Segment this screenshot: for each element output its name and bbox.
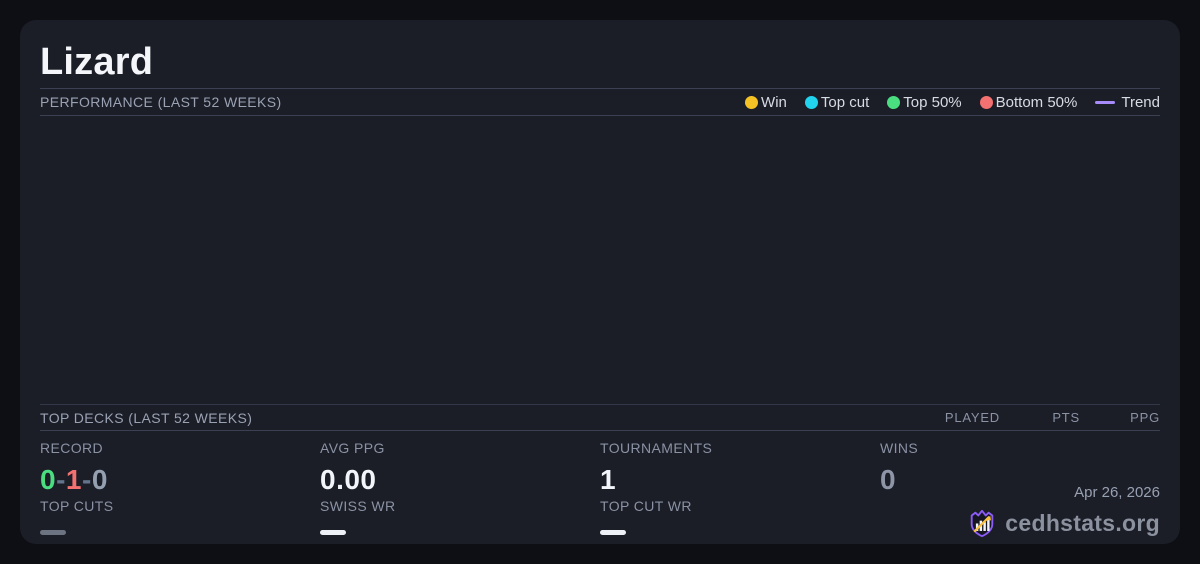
legend-label: Bottom 50% <box>995 93 1078 111</box>
bottom-50-dot-icon <box>979 95 993 109</box>
swiss-wr-empty-dash <box>320 530 346 535</box>
stat-avg-ppg: AVG PPG 0.00 SWISS WR <box>320 440 600 544</box>
top-decks-header: TOP DECKS (LAST 52 WEEKS) PLAYED PTS PPG <box>40 404 1160 431</box>
record-sep: - <box>81 463 92 495</box>
column-header-ppg: PPG <box>1130 410 1160 425</box>
legend-label: Trend <box>1121 93 1160 111</box>
brand-row: cedhstats.org <box>967 508 1160 538</box>
stat-tournaments: TOURNAMENTS 1 TOP CUT WR <box>600 440 880 544</box>
stat-record: RECORD 0 - 1 - 0 TOP CUTS <box>40 440 320 544</box>
top-cut-wr-label: TOP CUT WR <box>600 498 692 514</box>
card-footer: Apr 26, 2026 cedhstats.org <box>967 484 1160 538</box>
win-dot-icon <box>745 95 759 109</box>
legend-label: Top 50% <box>903 93 962 111</box>
record-sep: - <box>56 463 66 495</box>
tournaments-value: 1 <box>600 463 617 495</box>
top-decks-columns: PLAYED PTS PPG <box>920 410 1160 425</box>
tournaments-label: TOURNAMENTS <box>600 440 713 456</box>
top-cut-dot-icon <box>804 95 818 109</box>
column-header-pts: PTS <box>1052 410 1080 425</box>
top-cuts-label: TOP CUTS <box>40 498 114 514</box>
legend-item-top-50: Top 50% <box>887 93 962 111</box>
top-50-dot-icon <box>887 95 901 109</box>
legend-item-trend: Trend <box>1095 94 1160 111</box>
legend-item-win: Win <box>745 94 787 111</box>
record-value: 0 - 1 - 0 <box>40 461 320 498</box>
stats-card: Lizard PERFORMANCE (LAST 52 WEEKS) Win T… <box>20 20 1180 544</box>
chart-legend: Win Top cut Top 50% Bottom 50% Trend <box>745 94 1160 111</box>
legend-item-top-cut: Top cut <box>804 93 870 111</box>
performance-heading: PERFORMANCE (LAST 52 WEEKS) <box>40 94 282 110</box>
trend-line-icon <box>1095 100 1116 104</box>
column-header-played: PLAYED <box>944 410 1000 425</box>
record-losses: 1 <box>65 463 82 495</box>
legend-item-bottom-50: Bottom 50% <box>979 93 1078 111</box>
cedhstats-logo-icon <box>971 509 994 538</box>
record-wins: 0 <box>40 463 57 495</box>
legend-label: Win <box>761 93 787 111</box>
page-title: Lizard <box>40 40 154 83</box>
top-cuts-empty-dash <box>40 530 66 535</box>
footer-date: Apr 26, 2026 <box>1074 484 1160 501</box>
record-label: RECORD <box>40 440 104 456</box>
avg-ppg-label: AVG PPG <box>320 440 385 456</box>
brand-name: cedhstats.org <box>1005 509 1160 536</box>
legend-label: Top cut <box>820 93 870 111</box>
top-cut-wr-empty-dash <box>600 530 626 535</box>
performance-header: PERFORMANCE (LAST 52 WEEKS) Win Top cut … <box>40 88 1160 116</box>
record-draws: 0 <box>91 463 108 495</box>
swiss-wr-label: SWISS WR <box>320 498 396 514</box>
top-decks-heading: TOP DECKS (LAST 52 WEEKS) <box>40 409 253 426</box>
performance-chart <box>40 116 1160 404</box>
wins-label: WINS <box>880 440 919 456</box>
stats-grid: RECORD 0 - 1 - 0 TOP CUTS AVG PPG 0.00 S… <box>40 431 1160 544</box>
avg-ppg-value: 0.00 <box>320 463 377 495</box>
